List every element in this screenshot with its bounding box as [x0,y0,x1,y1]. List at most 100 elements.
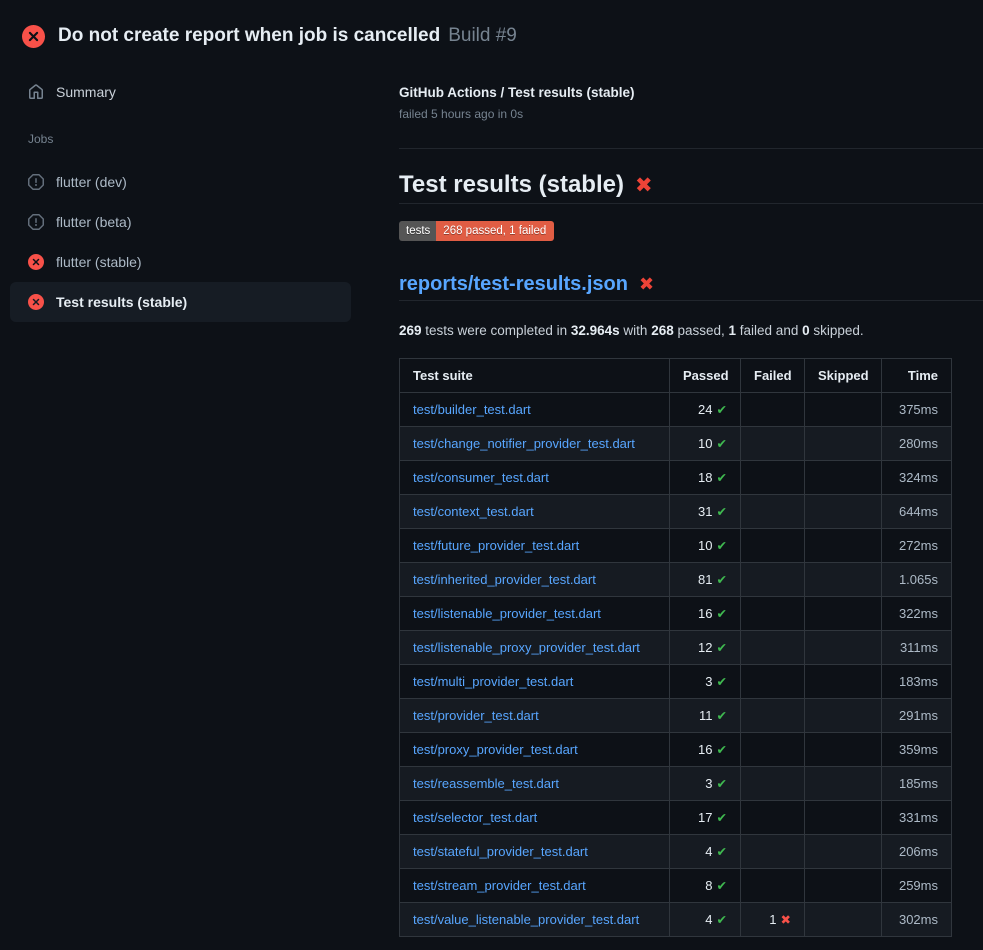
failed-cell [741,529,805,563]
section-title: Test results (stable) [399,170,624,200]
table-row: test/proxy_provider_test.dart16✔359ms [400,733,952,767]
failed-cell [741,563,805,597]
table-row: test/stateful_provider_test.dart4✔206ms [400,835,952,869]
failed-cell [741,835,805,869]
test-suite-link[interactable]: test/multi_provider_test.dart [413,674,573,689]
passed-cell: 24✔ [670,393,741,427]
passed-cell: 17✔ [670,801,741,835]
test-suite-cell: test/listenable_provider_test.dart [400,597,670,631]
table-row: test/stream_provider_test.dart 8✔ 259ms [400,869,952,903]
test-suite-link[interactable]: test/stream_provider_test.dart [413,878,586,893]
column-header-test-suite: Test suite [400,359,670,393]
test-suite-link[interactable]: test/future_provider_test.dart [413,538,579,553]
test-suite-cell: test/builder_test.dart [400,393,670,427]
test-suite-link[interactable]: test/listenable_proxy_provider_test.dart [413,640,640,655]
sidebar-item-label: Test results (stable) [56,294,187,310]
table-row: test/context_test.dart31✔644ms [400,495,952,529]
time-cell: 375ms [882,393,952,427]
table-row: test/listenable_provider_test.dart16✔322… [400,597,952,631]
skipped-cell [805,563,882,597]
check-icon: ✔ [717,641,727,655]
test-suite-link[interactable]: test/selector_test.dart [413,810,537,825]
test-suite-cell: test/proxy_provider_test.dart [400,733,670,767]
test-suite-cell: test/multi_provider_test.dart [400,665,670,699]
test-suite-link[interactable]: test/change_notifier_provider_test.dart [413,436,635,451]
failed-cell [741,495,805,529]
test-suite-cell: test/value_listenable_provider_test.dart [400,903,670,937]
failed-cell [741,461,805,495]
skipped-cell [805,903,882,937]
check-run-page: Do not create report when job is cancell… [0,0,983,950]
summary-segment: 32.964s [571,323,620,338]
skipped-cell [805,597,882,631]
check-icon: ✔ [717,607,727,621]
failed-cell [741,767,805,801]
section-heading: Test results (stable) ✖ [399,170,983,204]
sidebar-item-summary[interactable]: Summary [10,74,351,110]
cancelled-octagon-icon [28,214,44,230]
column-header-time: Time [882,359,952,393]
table-header-row: Test suitePassedFailedSkippedTime [400,359,952,393]
failed-cell: 1✖ [741,903,805,937]
check-icon: ✔ [717,505,727,519]
test-suite-link[interactable]: test/reassemble_test.dart [413,776,559,791]
passed-cell: 8✔ [670,869,741,903]
x-circle-icon [28,294,44,310]
sidebar-item-label: flutter (stable) [56,254,142,270]
passed-cell: 10✔ [670,529,741,563]
time-cell: 302ms [882,903,952,937]
report-file-link[interactable]: reports/test-results.json [399,271,628,297]
failed-x-emoji: ✖ [635,175,653,196]
summary-segment: failed and [736,323,802,338]
time-cell: 183ms [882,665,952,699]
test-suite-cell: test/selector_test.dart [400,801,670,835]
table-row: test/multi_provider_test.dart3✔183ms [400,665,952,699]
skipped-cell [805,393,882,427]
test-suite-link[interactable]: test/stateful_provider_test.dart [413,844,588,859]
test-suite-link[interactable]: test/value_listenable_provider_test.dart [413,912,639,927]
passed-cell: 12✔ [670,631,741,665]
test-suite-cell: test/consumer_test.dart [400,461,670,495]
time-cell: 1.065s [882,563,952,597]
test-suite-link[interactable]: test/inherited_provider_test.dart [413,572,596,587]
table-row: test/value_listenable_provider_test.dart… [400,903,952,937]
sidebar-item-flutter-dev[interactable]: flutter (dev) [10,162,351,202]
time-cell: 185ms [882,767,952,801]
skipped-cell [805,733,882,767]
test-suite-link[interactable]: test/builder_test.dart [413,402,531,417]
test-suite-link[interactable]: test/listenable_provider_test.dart [413,606,601,621]
summary-segment: 268 [651,323,674,338]
failed-cell [741,801,805,835]
divider [399,148,983,149]
test-suite-link[interactable]: test/provider_test.dart [413,708,539,723]
results-summary: 269 tests were completed in 32.964s with… [399,322,983,339]
skipped-cell [805,461,882,495]
test-suite-cell: test/provider_test.dart [400,699,670,733]
test-suite-link[interactable]: test/context_test.dart [413,504,534,519]
cross-icon: ✖ [781,913,791,927]
time-cell: 259ms [882,869,952,903]
sidebar-item-flutter-stable[interactable]: flutter (stable) [10,242,351,282]
check-icon: ✔ [717,913,727,927]
summary-segment: skipped. [810,323,864,338]
breadcrumb: GitHub Actions / Test results (stable) [399,84,983,102]
test-suite-cell: test/context_test.dart [400,495,670,529]
test-suite-link[interactable]: test/proxy_provider_test.dart [413,742,578,757]
test-results-table: Test suitePassedFailedSkippedTime test/b… [399,358,952,937]
failed-cell [741,427,805,461]
sidebar-item-label: flutter (beta) [56,214,131,230]
failed-cell [741,869,805,903]
sidebar-item-label: flutter (dev) [56,174,127,190]
jobs-section-heading: Jobs [28,132,399,146]
test-suite-cell: test/stateful_provider_test.dart [400,835,670,869]
sidebar-item-test-results-stable[interactable]: Test results (stable) [10,282,351,322]
passed-cell: 4✔ [670,903,741,937]
test-suite-cell: test/inherited_provider_test.dart [400,563,670,597]
passed-cell: 81✔ [670,563,741,597]
test-suite-link[interactable]: test/consumer_test.dart [413,470,549,485]
test-suite-cell: test/change_notifier_provider_test.dart [400,427,670,461]
check-icon: ✔ [717,845,727,859]
table-row: test/listenable_proxy_provider_test.dart… [400,631,952,665]
skipped-cell [805,495,882,529]
sidebar-item-flutter-beta[interactable]: flutter (beta) [10,202,351,242]
